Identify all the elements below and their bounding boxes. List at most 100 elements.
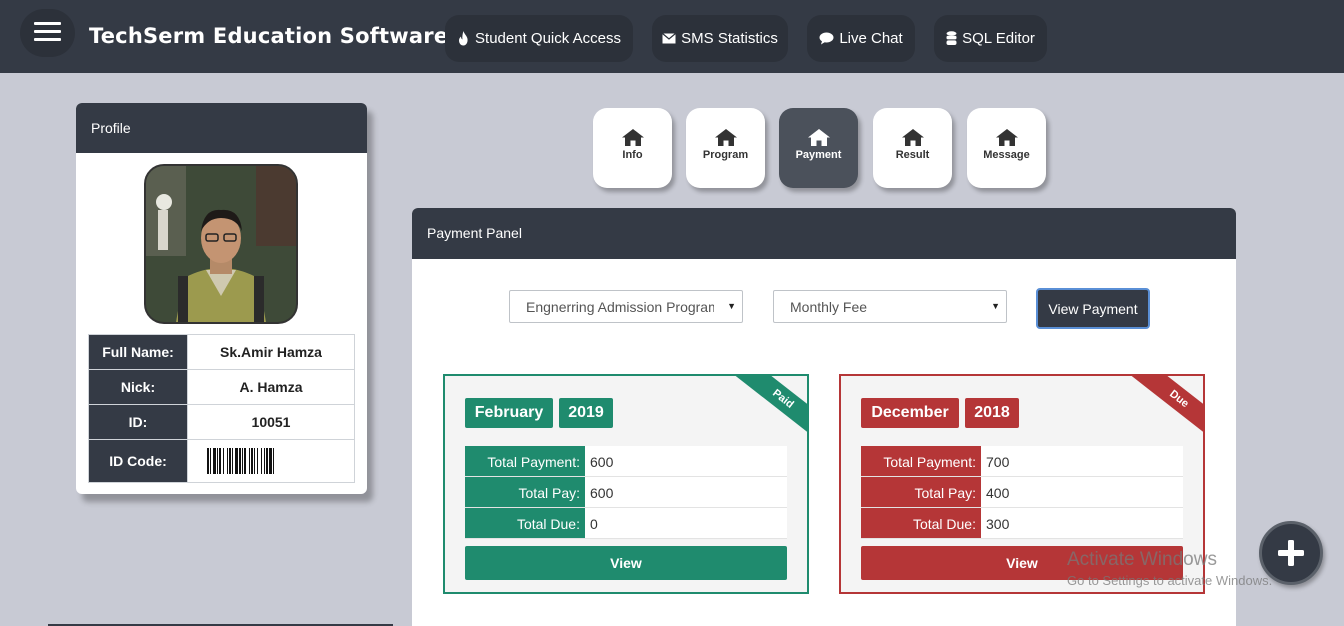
barcode-bar: [213, 448, 216, 474]
nav-sql-editor[interactable]: SQL Editor: [934, 15, 1047, 62]
summary-value: 600: [585, 446, 787, 476]
summary-value: 700: [981, 446, 1183, 476]
tab-label: Program: [702, 149, 749, 161]
view-payment-button[interactable]: View Payment: [1036, 288, 1150, 329]
profile-row-fullname: Full Name: Sk.Amir Hamza: [88, 334, 355, 370]
tab-label: Result: [895, 149, 930, 161]
tab-label: Message: [983, 149, 1030, 161]
summary-label: Total Pay:: [465, 477, 585, 507]
barcode-bar: [244, 448, 246, 474]
menu-icon: [34, 22, 61, 25]
payment-summary: Total Payment: 600 Total Pay: 600 Total …: [465, 446, 787, 539]
year-badge: 2018: [965, 398, 1019, 428]
month-badge: February: [465, 398, 553, 428]
hamburger-menu-button[interactable]: [20, 9, 75, 57]
plus-icon: [1278, 540, 1304, 566]
tab-result[interactable]: Result: [873, 108, 952, 188]
summary-value: 0: [585, 508, 787, 538]
barcode-bar: [254, 448, 255, 474]
app-title: TechSerm Education Software: [89, 24, 449, 48]
chat-icon: [819, 32, 834, 45]
profile-card: Profile Full Name: Sk.Amir Hamza Nick: A…: [76, 103, 367, 494]
home-icon: [995, 129, 1018, 146]
profile-details-table: Full Name: Sk.Amir Hamza Nick: A. Hamza …: [88, 334, 355, 483]
row-value: 10051: [187, 404, 355, 440]
barcode-bar: [261, 448, 262, 474]
status-ribbon: Due: [1124, 376, 1203, 445]
profile-row-id: ID: 10051: [88, 404, 355, 440]
tab-label: Info: [622, 149, 643, 161]
barcode-bar: [227, 448, 228, 474]
nav-live-chat[interactable]: Live Chat: [807, 15, 915, 62]
row-value: A. Hamza: [187, 369, 355, 405]
windows-activation-watermark: Activate Windows Go to Settings to activ…: [1067, 549, 1272, 588]
barcode-bar: [269, 448, 272, 474]
row-value: Sk.Amir Hamza: [187, 334, 355, 370]
barcode-bar: [217, 448, 218, 474]
payment-panel-heading: Payment Panel: [412, 208, 1236, 259]
fee-select-value: Monthly Fee: [790, 299, 868, 315]
nav-sms-statistics[interactable]: SMS Statistics: [652, 15, 788, 62]
home-icon: [807, 129, 830, 146]
fee-type-select[interactable]: Monthly Fee ▼: [773, 290, 1007, 323]
barcode-bar: [210, 448, 211, 474]
menu-icon-bar: [34, 30, 61, 33]
database-icon: [946, 31, 957, 45]
summary-label: Total Due:: [861, 508, 981, 538]
summary-label: Total Payment:: [861, 446, 981, 476]
tab-payment[interactable]: Payment: [779, 108, 858, 188]
barcode-bar: [235, 448, 238, 474]
top-navbar: TechSerm Education Software Student Quic…: [0, 0, 1344, 73]
watermark-line2: Go to Settings to activate Windows.: [1067, 573, 1273, 588]
month-badge: December: [861, 398, 959, 428]
summary-value: 400: [981, 477, 1183, 507]
summary-row: Total Pay: 600: [465, 477, 787, 508]
barcode-bar: [264, 448, 265, 474]
profile-heading: Profile: [76, 103, 367, 153]
tab-info[interactable]: Info: [593, 108, 672, 188]
summary-row: Total Payment: 700: [861, 446, 1183, 477]
nav-label: Student Quick Access: [475, 30, 621, 47]
barcode-bar: [273, 448, 274, 474]
home-icon: [714, 129, 737, 146]
nav-student-quick-access[interactable]: Student Quick Access: [445, 15, 633, 62]
row-label: ID:: [88, 404, 188, 440]
barcode-bar: [232, 448, 233, 474]
summary-row: Total Payment: 600: [465, 446, 787, 477]
add-floating-button[interactable]: [1259, 521, 1323, 585]
tab-label: Payment: [795, 149, 842, 161]
summary-label: Total Pay:: [861, 477, 981, 507]
program-select-value: Engnerring Admission Program: [526, 299, 714, 315]
row-label: ID Code:: [88, 439, 188, 483]
year-badge: 2019: [559, 398, 613, 428]
summary-value: 600: [585, 477, 787, 507]
summary-label: Total Due:: [465, 508, 585, 538]
nav-label: SMS Statistics: [681, 30, 778, 47]
profile-row-nick: Nick: A. Hamza: [88, 369, 355, 405]
payment-summary: Total Payment: 700 Total Pay: 400 Total …: [861, 446, 1183, 539]
program-select[interactable]: Engnerring Admission Program ▼: [509, 290, 743, 323]
barcode-bar: [207, 448, 209, 474]
home-icon: [621, 129, 644, 146]
barcode-bar: [239, 448, 241, 474]
tab-program[interactable]: Program: [686, 108, 765, 188]
barcode-image: [207, 448, 274, 474]
summary-row: Total Pay: 400: [861, 477, 1183, 508]
row-label: Full Name:: [88, 334, 188, 370]
barcode-bar: [242, 448, 243, 474]
summary-row: Total Due: 0: [465, 508, 787, 539]
barcode-bar: [249, 448, 250, 474]
watermark-line1: Activate Windows: [1067, 549, 1217, 570]
summary-label: Total Payment:: [465, 446, 585, 476]
barcode-bar: [251, 448, 253, 474]
summary-value: 300: [981, 508, 1183, 538]
barcode-bar: [219, 448, 221, 474]
view-button[interactable]: View: [465, 546, 787, 580]
barcode-bar: [266, 448, 268, 474]
profile-row-idcode: ID Code:: [88, 439, 355, 483]
tab-message[interactable]: Message: [967, 108, 1046, 188]
summary-row: Total Due: 300: [861, 508, 1183, 539]
barcode-bar: [257, 448, 258, 474]
row-label: Nick:: [88, 369, 188, 405]
chevron-down-icon: ▼: [991, 301, 1000, 311]
